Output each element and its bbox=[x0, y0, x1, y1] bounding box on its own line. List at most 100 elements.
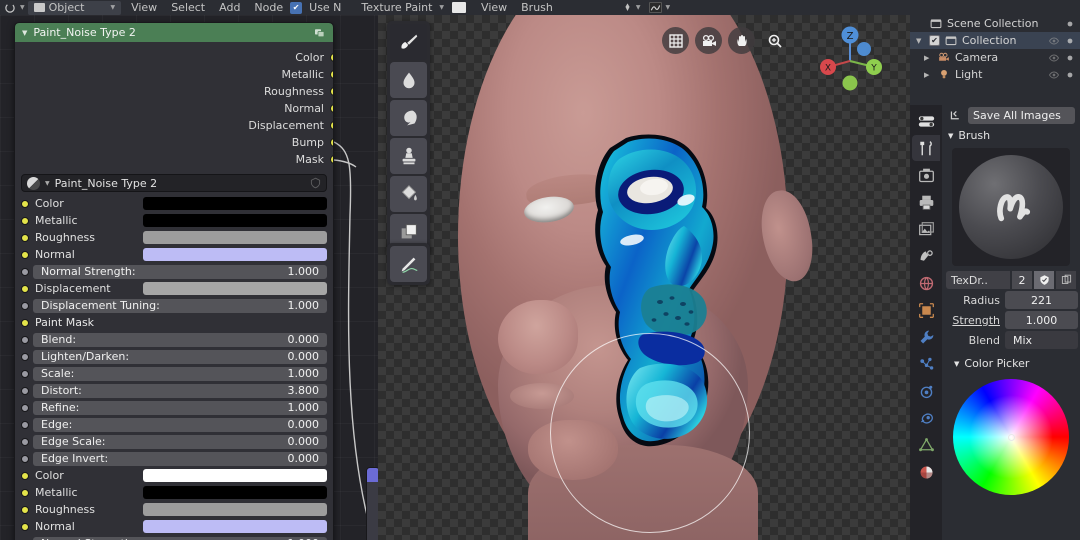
property-socket-dot[interactable] bbox=[21, 505, 29, 514]
properties-panel[interactable]: Save All Images ▼ Brush TexDr.. 2 Radius… bbox=[942, 105, 1080, 540]
object-mode-dropdown[interactable]: Object ▼ bbox=[27, 0, 122, 15]
outliner[interactable]: Scene Collection ▼ ✔ Collection ▶ Camera ▶ Ligh… bbox=[910, 15, 1080, 105]
node-property-label-row[interactable]: Paint Mask bbox=[21, 314, 327, 331]
node-property-value-row[interactable]: Distort: 3.800 bbox=[21, 382, 327, 399]
outliner-row[interactable]: ▶ Light bbox=[910, 66, 1080, 83]
outliner-row[interactable]: ▶ Camera bbox=[910, 49, 1080, 66]
property-socket-dot[interactable] bbox=[21, 318, 29, 327]
node-group-name[interactable]: Paint_Noise Type 2 bbox=[55, 177, 305, 190]
outliner-row[interactable]: Scene Collection bbox=[910, 15, 1080, 32]
property-socket-dot[interactable] bbox=[21, 522, 29, 531]
property-socket-dot[interactable] bbox=[21, 386, 29, 395]
menu-select[interactable]: Select bbox=[164, 0, 212, 15]
value-slider[interactable]: Edge: 0.000 bbox=[33, 417, 327, 432]
color-swatch[interactable] bbox=[143, 520, 327, 533]
collapse-caret-icon[interactable]: ▶ bbox=[924, 71, 933, 79]
brush-color-swatch[interactable] bbox=[452, 2, 467, 13]
node-property-swatch-row[interactable]: Metallic bbox=[21, 484, 327, 501]
property-socket-dot[interactable] bbox=[21, 301, 29, 310]
modifier-tab[interactable] bbox=[912, 324, 940, 350]
3d-viewport[interactable]: Z Y X bbox=[378, 15, 910, 540]
particles-tab[interactable] bbox=[912, 351, 940, 377]
value-slider[interactable]: Refine: 1.000 bbox=[33, 400, 327, 415]
visibility-eye-icon[interactable] bbox=[1048, 35, 1060, 47]
annotate-tool[interactable] bbox=[390, 246, 427, 282]
color-swatch[interactable] bbox=[143, 214, 327, 227]
visibility-eye-icon[interactable] bbox=[1048, 69, 1060, 81]
menu-add[interactable]: Add bbox=[212, 0, 247, 15]
data-tab[interactable] bbox=[912, 432, 940, 458]
smear-tool[interactable] bbox=[390, 100, 427, 136]
render-tab[interactable] bbox=[912, 162, 940, 188]
value-slider[interactable]: Edge Invert: 0.000 bbox=[33, 451, 327, 466]
color-wheel-cursor[interactable] bbox=[1007, 433, 1015, 441]
fake-user-shield-icon[interactable] bbox=[310, 177, 321, 189]
node-output-socket[interactable]: Roughness bbox=[15, 83, 333, 100]
value-slider[interactable]: Lighten/Darken: 0.000 bbox=[33, 349, 327, 364]
brush-panel-header[interactable]: ▼ Brush bbox=[942, 126, 1080, 145]
strength-row[interactable]: Strength 1.000 bbox=[942, 310, 1080, 330]
node-property-swatch-row[interactable]: Roughness bbox=[21, 229, 327, 246]
node-property-value-row[interactable]: Lighten/Darken: 0.000 bbox=[21, 348, 327, 365]
node-id-block[interactable]: ▼ Paint_Noise Type 2 bbox=[21, 174, 327, 192]
node-output-socket[interactable]: Displacement bbox=[15, 117, 333, 134]
id-browse-caret-icon[interactable]: ▼ bbox=[45, 180, 50, 187]
draw-brush-tool[interactable] bbox=[390, 24, 427, 60]
color-swatch[interactable] bbox=[143, 486, 327, 499]
value-slider[interactable]: Normal Strength:1.000 bbox=[33, 536, 327, 540]
node-property-value-row[interactable]: Blend: 0.000 bbox=[21, 331, 327, 348]
node-property-value-row[interactable]: Scale: 1.000 bbox=[21, 365, 327, 382]
value-slider[interactable]: Blend: 0.000 bbox=[33, 332, 327, 347]
socket-dot[interactable] bbox=[330, 104, 333, 113]
property-socket-dot[interactable] bbox=[21, 267, 29, 276]
color-swatch[interactable] bbox=[143, 231, 327, 244]
node-property-value-row[interactable]: Normal Strength:1.000 bbox=[21, 535, 327, 540]
property-socket-dot[interactable] bbox=[21, 199, 29, 208]
color-picker-header[interactable]: ▼ Color Picker bbox=[942, 354, 1080, 373]
menu-view[interactable]: View bbox=[124, 0, 164, 15]
node-output-socket[interactable]: Bump bbox=[15, 134, 333, 151]
fake-user-toggle[interactable] bbox=[1034, 271, 1054, 289]
visibility-eye-icon[interactable] bbox=[1048, 52, 1060, 64]
constraints-tab[interactable] bbox=[912, 405, 940, 431]
viewport-toolbar[interactable] bbox=[387, 21, 430, 253]
soften-tool[interactable] bbox=[390, 62, 427, 98]
property-socket-dot[interactable] bbox=[21, 284, 29, 293]
value-slider[interactable]: Distort: 3.800 bbox=[33, 383, 327, 398]
socket-dot[interactable] bbox=[330, 87, 333, 96]
property-socket-dot[interactable] bbox=[21, 352, 29, 361]
editor-type-switch[interactable] bbox=[912, 108, 940, 134]
node-output-socket[interactable]: Color bbox=[15, 49, 333, 66]
linked-node-stub[interactable] bbox=[366, 467, 378, 540]
node-property-swatch-row[interactable]: Normal bbox=[21, 246, 327, 263]
viewport-menu-view[interactable]: View bbox=[474, 0, 514, 15]
property-socket-dot[interactable] bbox=[21, 403, 29, 412]
value-slider[interactable]: Normal Strength:1.000 bbox=[33, 264, 327, 279]
node-output-socket[interactable]: Normal bbox=[15, 100, 333, 117]
node-property-value-row[interactable]: Refine: 1.000 bbox=[21, 399, 327, 416]
clone-tool[interactable] bbox=[390, 138, 427, 174]
render-visibility-icon[interactable] bbox=[1064, 52, 1076, 64]
value-slider[interactable]: Edge Scale: 0.000 bbox=[33, 434, 327, 449]
brush-data-icon[interactable] bbox=[620, 2, 636, 13]
radius-row[interactable]: Radius 221 bbox=[942, 290, 1080, 310]
node-group-icon[interactable] bbox=[313, 27, 326, 39]
node-collapse-caret-icon[interactable]: ▼ bbox=[22, 29, 27, 37]
viewport-menu-brush[interactable]: Brush bbox=[514, 0, 560, 15]
node-property-value-row[interactable]: Edge: 0.000 bbox=[21, 416, 327, 433]
texture-name[interactable]: TexDr.. bbox=[946, 271, 1010, 289]
navigation-gizmo[interactable]: Z Y X bbox=[812, 23, 886, 97]
blend-row[interactable]: Blend Mix bbox=[942, 330, 1080, 350]
grid-icon[interactable] bbox=[662, 27, 689, 54]
texture-user-count[interactable]: 2 bbox=[1012, 271, 1032, 289]
material-tab[interactable] bbox=[912, 459, 940, 485]
node-property-value-row[interactable]: Normal Strength:1.000 bbox=[21, 263, 327, 280]
editor-type-icon[interactable] bbox=[0, 2, 20, 14]
color-wheel[interactable] bbox=[953, 379, 1069, 495]
color-swatch[interactable] bbox=[143, 503, 327, 516]
node-property-swatch-row[interactable]: Displacement bbox=[21, 280, 327, 297]
zoom-icon[interactable] bbox=[761, 27, 788, 54]
node-property-value-row[interactable]: Edge Scale: 0.000 bbox=[21, 433, 327, 450]
property-socket-dot[interactable] bbox=[21, 437, 29, 446]
node-property-value-row[interactable]: Edge Invert: 0.000 bbox=[21, 450, 327, 467]
